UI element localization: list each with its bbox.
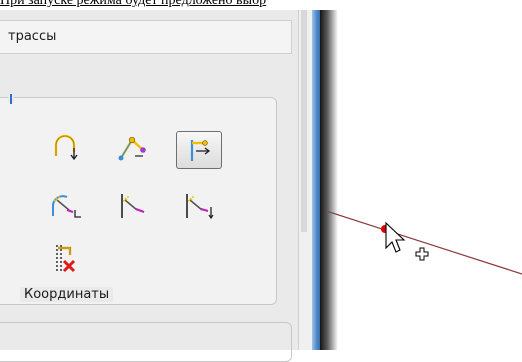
document-caption: При запуске режима будет предложено выбр [0,0,267,8]
branch-tool-button[interactable] [110,130,154,166]
extend-right-icon [190,140,211,161]
wand-arc-tool-button[interactable] [43,188,87,224]
wand-vertical-tool-button[interactable] [110,188,154,224]
window-shadow [320,10,338,350]
arc-tool-button[interactable] [43,130,87,166]
drawing-canvas[interactable] [320,10,522,350]
route-section-label: трассы [8,29,57,44]
wand-arc-icon [52,195,81,218]
delete-tool-button[interactable] [43,240,87,276]
mouse-cursor-icon [385,221,406,253]
crosshair-plus-icon [415,247,429,261]
coordinates-group [0,322,292,362]
group-caption-mark [8,92,14,104]
wand-vertical-icon [121,194,145,218]
branch-icon [118,136,146,161]
coordinates-label: Координаты [20,287,114,302]
delete-icon [56,245,76,273]
extend-right-tool-button[interactable] [176,131,222,169]
arc-icon [54,134,78,161]
window-frame-edge [312,10,320,350]
route-section-header[interactable]: трассы [0,20,292,54]
wand-edit-icon [186,194,214,220]
route-line [320,208,522,275]
wand-edit-tool-button[interactable] [176,188,220,224]
scrollbar-thumb[interactable] [301,10,307,232]
